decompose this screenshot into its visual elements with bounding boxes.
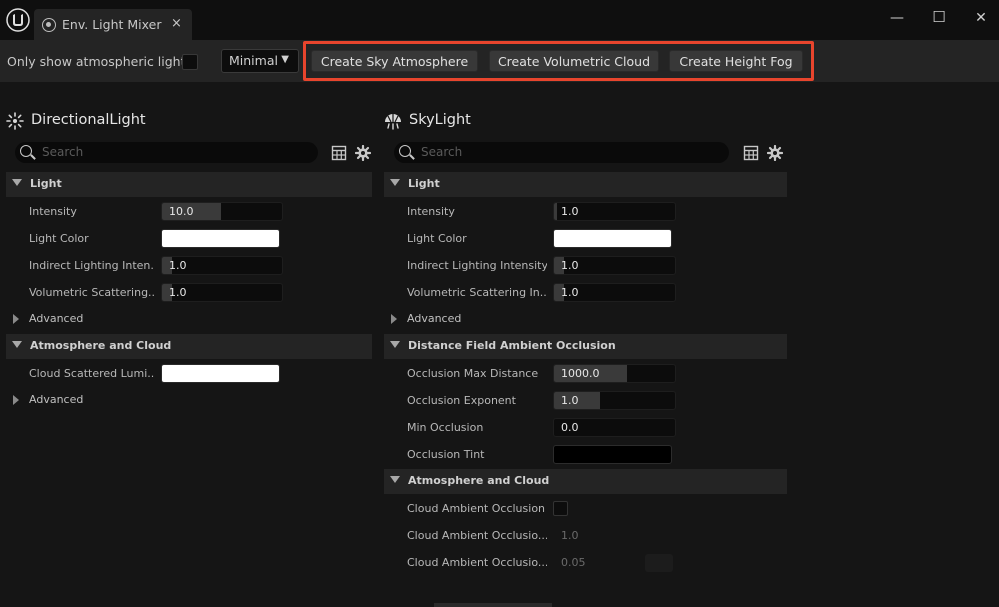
intensity-value: 10.0 — [169, 205, 194, 218]
volumetric-scattering-value: 1.0 — [561, 286, 579, 299]
light-color-label: Light Color — [407, 232, 467, 245]
cloud-ambient-occlusion-strength-value: 1.0 — [561, 529, 579, 542]
create-volumetric-cloud-button[interactable]: Create Volumetric Cloud — [489, 50, 659, 72]
search-placeholder: Search — [421, 145, 463, 159]
section-light[interactable]: Light — [6, 172, 372, 197]
min-occlusion-field[interactable]: 0.0 — [553, 418, 676, 437]
skylight-search-input[interactable]: Search — [394, 142, 729, 163]
light-mixer-icon — [42, 18, 56, 32]
advanced-label: Advanced — [407, 312, 462, 325]
cloud-scattered-color-swatch[interactable] — [161, 364, 280, 383]
caret-right-icon — [391, 314, 397, 324]
caret-right-icon — [13, 395, 19, 405]
sun-icon — [6, 112, 24, 130]
indirect-lighting-label: Indirect Lighting Inten... — [29, 259, 154, 272]
volumetric-scattering-field[interactable]: 1.0 — [553, 283, 676, 302]
advanced-label: Advanced — [29, 393, 84, 406]
caret-down-icon — [12, 341, 22, 348]
maximize-button[interactable]: ☐ — [924, 8, 954, 28]
section-light[interactable]: Light — [384, 172, 787, 197]
create-height-fog-button[interactable]: Create Height Fog — [669, 50, 803, 72]
volumetric-scattering-label: Volumetric Scattering... — [29, 286, 154, 299]
tab-title: Env. Light Mixer — [62, 17, 162, 32]
section-label: Atmosphere and Cloud — [30, 339, 172, 352]
scrollbar[interactable] — [434, 603, 552, 607]
intensity-field[interactable]: 1.0 — [553, 202, 676, 221]
section-distance-field-ao[interactable]: Distance Field Ambient Occlusion — [384, 334, 787, 359]
table-view-icon[interactable] — [331, 145, 347, 161]
advanced-label: Advanced — [29, 312, 84, 325]
cloud-ambient-occlusion-label: Cloud Ambient Occlusion — [407, 502, 546, 515]
only-atmospheric-checkbox[interactable] — [182, 54, 198, 70]
indirect-lighting-value: 1.0 — [561, 259, 579, 272]
caret-down-icon — [390, 476, 400, 483]
tab-close-icon[interactable]: × — [171, 16, 182, 31]
disabled-field — [645, 554, 673, 572]
indirect-lighting-value: 1.0 — [169, 259, 187, 272]
volumetric-scattering-value: 1.0 — [169, 286, 187, 299]
caret-down-icon — [390, 179, 400, 186]
occlusion-exponent-field[interactable]: 1.0 — [553, 391, 676, 410]
section-label: Light — [30, 177, 62, 190]
light-color-swatch[interactable] — [553, 229, 672, 248]
only-atmospheric-label: Only show atmospheric lights — [7, 54, 193, 69]
caret-down-icon — [12, 179, 22, 186]
indirect-lighting-label: Indirect Lighting Intensity — [407, 259, 547, 272]
intensity-label: Intensity — [407, 205, 455, 218]
min-occlusion-value: 0.0 — [561, 421, 579, 434]
cloud-scattered-label: Cloud Scattered Lumi... — [29, 367, 154, 380]
title-bar: Env. Light Mixer × — ☐ ✕ — [0, 0, 999, 40]
section-label: Distance Field Ambient Occlusion — [408, 339, 616, 352]
indirect-lighting-field[interactable]: 1.0 — [553, 256, 676, 275]
cloud-ambient-occlusion-checkbox[interactable] — [553, 501, 568, 516]
intensity-label: Intensity — [29, 205, 77, 218]
view-mode-value: Minimal — [229, 53, 278, 68]
section-label: Light — [408, 177, 440, 190]
light-color-swatch[interactable] — [161, 229, 280, 248]
caret-down-icon — [390, 341, 400, 348]
skylight-icon — [385, 114, 401, 130]
search-placeholder: Search — [42, 145, 84, 159]
cloud-ambient-occlusion-strength-label: Cloud Ambient Occlusio... — [407, 529, 547, 542]
table-view-icon[interactable] — [743, 145, 759, 161]
section-label: Atmosphere and Cloud — [408, 474, 550, 487]
occlusion-tint-label: Occlusion Tint — [407, 448, 485, 461]
intensity-value: 1.0 — [561, 205, 579, 218]
occlusion-tint-swatch[interactable] — [553, 445, 672, 464]
directional-search-input[interactable]: Search — [15, 142, 318, 163]
create-sky-atmosphere-button[interactable]: Create Sky Atmosphere — [311, 50, 478, 72]
indirect-lighting-field[interactable]: 1.0 — [161, 256, 283, 275]
advanced-row[interactable]: Advanced — [0, 310, 370, 328]
gear-icon[interactable] — [767, 145, 783, 161]
section-atmosphere-cloud[interactable]: Atmosphere and Cloud — [6, 334, 372, 359]
caret-right-icon — [13, 314, 19, 324]
search-icon — [399, 145, 411, 157]
occlusion-exponent-value: 1.0 — [561, 394, 579, 407]
min-occlusion-label: Min Occlusion — [407, 421, 484, 434]
value-fill — [554, 203, 557, 220]
cloud-ambient-occlusion-extent-value: 0.05 — [561, 556, 586, 569]
view-mode-dropdown[interactable]: Minimal ▼ — [221, 49, 299, 73]
occlusion-max-distance-field[interactable]: 1000.0 — [553, 364, 676, 383]
volumetric-scattering-label: Volumetric Scattering In... — [407, 286, 547, 299]
tab-env-light-mixer[interactable]: Env. Light Mixer × — [34, 9, 192, 40]
occlusion-max-distance-value: 1000.0 — [561, 367, 600, 380]
close-button[interactable]: ✕ — [966, 10, 996, 30]
occlusion-exponent-label: Occlusion Exponent — [407, 394, 516, 407]
unreal-logo-icon[interactable] — [6, 8, 30, 32]
section-atmosphere-cloud[interactable]: Atmosphere and Cloud — [384, 469, 787, 494]
occlusion-max-distance-label: Occlusion Max Distance — [407, 367, 539, 380]
search-icon — [20, 145, 32, 157]
chevron-down-icon: ▼ — [281, 54, 289, 65]
advanced-row[interactable]: Advanced — [378, 310, 788, 328]
light-color-label: Light Color — [29, 232, 89, 245]
volumetric-scattering-field[interactable]: 1.0 — [161, 283, 283, 302]
cloud-ambient-occlusion-extent-label: Cloud Ambient Occlusio... — [407, 556, 547, 569]
minimize-button[interactable]: — — [882, 10, 912, 30]
intensity-field[interactable]: 10.0 — [161, 202, 283, 221]
skylight-title: SkyLight — [409, 112, 471, 128]
gear-icon[interactable] — [355, 145, 371, 161]
advanced-row[interactable]: Advanced — [0, 391, 370, 409]
directional-light-title: DirectionalLight — [31, 112, 146, 128]
